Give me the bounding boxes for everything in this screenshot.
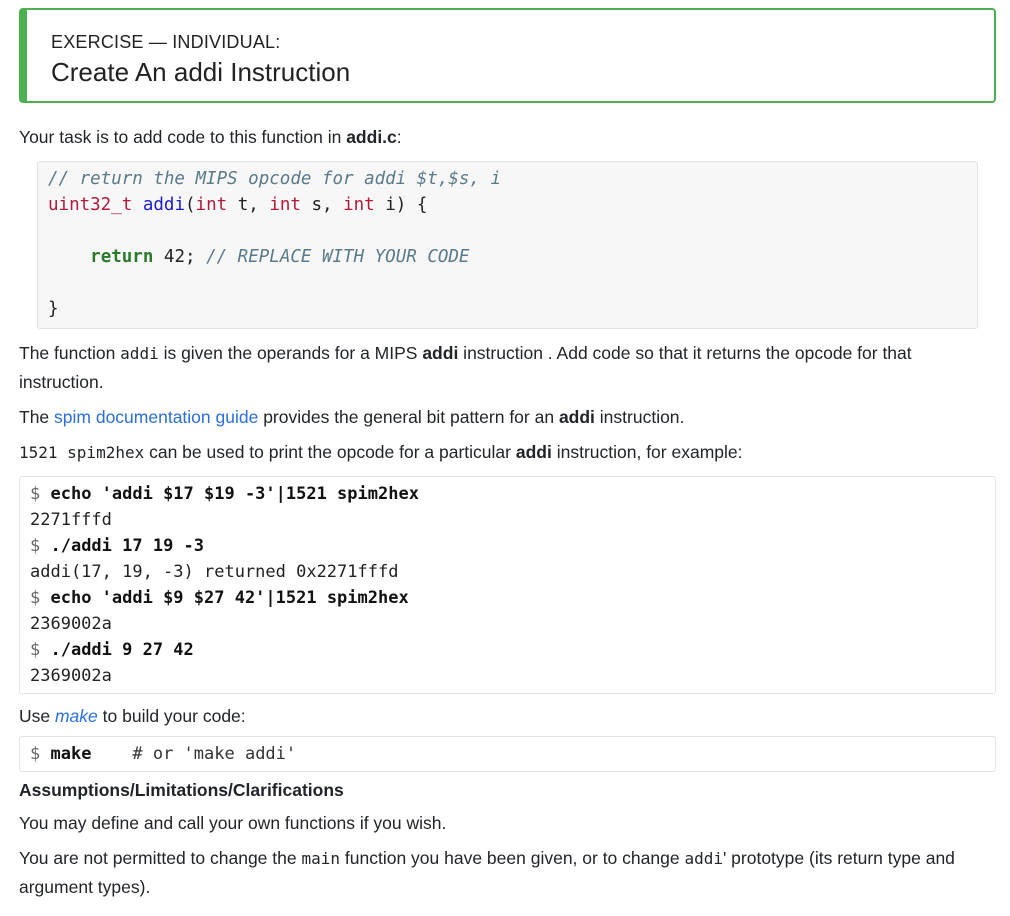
terminal-output: 2271fffd (30, 510, 112, 530)
terminal-line: $ echo 'addi $9 $27 42'|1521 spim2hex (30, 585, 985, 611)
make-terminal-block: $ make # or 'make addi' (19, 736, 996, 772)
terminal-line: $ ./addi 9 27 42 (30, 637, 985, 663)
code-param-type: int (343, 195, 375, 215)
desc-bold-addi: addi (422, 343, 459, 363)
code-line-6: } (48, 296, 967, 322)
use-make-paragraph: Use make to build your code: (19, 702, 996, 730)
hex-text: can be used to print the opcode for a pa… (144, 442, 516, 462)
desc-text: The function (19, 343, 121, 363)
make-link[interactable]: make (55, 706, 98, 726)
perm-text: function you have been given, or to chan… (340, 848, 685, 868)
code-param-name: t, (227, 195, 270, 215)
task-text: Your task is to add code to this functio… (19, 127, 347, 147)
code-line-1: // return the MIPS opcode for addi $t,$s… (48, 166, 967, 192)
terminal-command: ./addi 9 27 42 (50, 640, 194, 660)
terminal-prompt: $ (30, 640, 51, 660)
assumptions-paragraph-1: You may define and call your own functio… (19, 813, 447, 833)
task-colon: : (396, 127, 402, 147)
terminal-command: echo 'addi $9 $27 42'|1521 spim2hex (50, 588, 409, 608)
code-return-type: uint32_t (48, 195, 133, 215)
code-line-4: return 42; // REPLACE WITH YOUR CODE (48, 244, 967, 270)
code-param-name: s, (300, 195, 344, 215)
terminal-prompt: $ (30, 536, 51, 556)
spim-text: provides the general bit pattern for an (258, 407, 559, 427)
desc-code-addi: addi (120, 344, 159, 363)
terminal-output: 2369002a (30, 666, 112, 686)
perm-code-main: main (301, 849, 341, 868)
assumptions-heading: Assumptions/Limitations/Clarifications (19, 780, 344, 800)
function-code-block: // return the MIPS opcode for addi $t,$s… (37, 161, 978, 329)
example-terminal-block: $ echo 'addi $17 $19 -3'|1521 spim2hex 22… (19, 476, 996, 694)
code-param-name: i) { (374, 195, 428, 215)
terminal-command: ./addi 17 19 -3 (50, 536, 205, 556)
task-paragraph: Your task is to add code to this functio… (19, 123, 996, 151)
spim-documentation-link[interactable]: spim documentation guide (54, 407, 258, 427)
terminal-command: echo 'addi $17 $19 -3'|1521 spim2hex (50, 484, 419, 504)
terminal-line: 2271fffd (30, 507, 985, 533)
spim-bold-addi: addi (558, 407, 595, 427)
desc-text: is given the operands for a MIPS (158, 343, 423, 363)
hex-bold-addi: addi (515, 442, 552, 462)
code-replace-comment: // REPLACE WITH YOUR CODE (206, 247, 470, 267)
code-return-value: 42; (153, 247, 207, 267)
page: EXERCISE — INDIVIDUAL: Create An addi In… (0, 0, 1010, 901)
exercise-title: Create An addi Instruction (51, 57, 351, 87)
code-paren: ( (185, 195, 196, 215)
assumptions-paragraph-2: You are not permitted to change the main… (19, 844, 996, 901)
terminal-line: 2369002a (30, 611, 985, 637)
terminal-line: $ ./addi 17 19 -3 (30, 533, 985, 559)
code-return-keyword: return (90, 247, 154, 267)
terminal-output: 2369002a (30, 614, 112, 634)
terminal-prompt: $ (30, 744, 51, 764)
perm-text: You are not permitted to change the (19, 848, 302, 868)
terminal-comment: # or 'make addi' (91, 744, 297, 764)
terminal-line: $ make # or 'make addi' (30, 741, 985, 767)
terminal-prompt: $ (30, 588, 51, 608)
code-param-type: int (195, 195, 228, 215)
perm-code-addi: addi (684, 849, 723, 868)
code-close-brace: } (48, 299, 59, 319)
spim2hex-paragraph: 1521 spim2hex can be used to print the o… (19, 438, 996, 467)
use-text: to build your code: (97, 706, 246, 726)
code-comment: // return the MIPS opcode for addi $t,$s… (48, 169, 502, 189)
terminal-line: 2369002a (30, 663, 985, 689)
use-text: Use (19, 706, 55, 726)
code-line-2: uint32_t addi(int t, int s, int i) { (48, 192, 967, 218)
spim2hex-code: 1521 spim2hex (19, 443, 145, 462)
terminal-command: make (50, 744, 92, 764)
hex-text: instruction, for example: (551, 442, 743, 462)
terminal-prompt: $ (30, 484, 51, 504)
terminal-line: addi(17, 19, -3) returned 0x2271fffd (30, 559, 985, 585)
task-filename: addi.c (346, 127, 397, 147)
code-param-type: int (269, 195, 301, 215)
spim-paragraph: The spim documentation guide provides th… (19, 403, 996, 431)
spim-text: The (19, 407, 55, 427)
code-function-name: addi (142, 195, 185, 215)
terminal-line: $ echo 'addi $17 $19 -3'|1521 spim2hex (30, 481, 985, 507)
exercise-kicker: EXERCISE — INDIVIDUAL: (51, 32, 281, 52)
spim-text: instruction. (594, 407, 685, 427)
exercise-header-box: EXERCISE — INDIVIDUAL: Create An addi In… (19, 8, 996, 103)
description-paragraph: The function addi is given the operands … (19, 339, 996, 396)
terminal-output: addi(17, 19, -3) returned 0x2271fffd (30, 562, 399, 582)
